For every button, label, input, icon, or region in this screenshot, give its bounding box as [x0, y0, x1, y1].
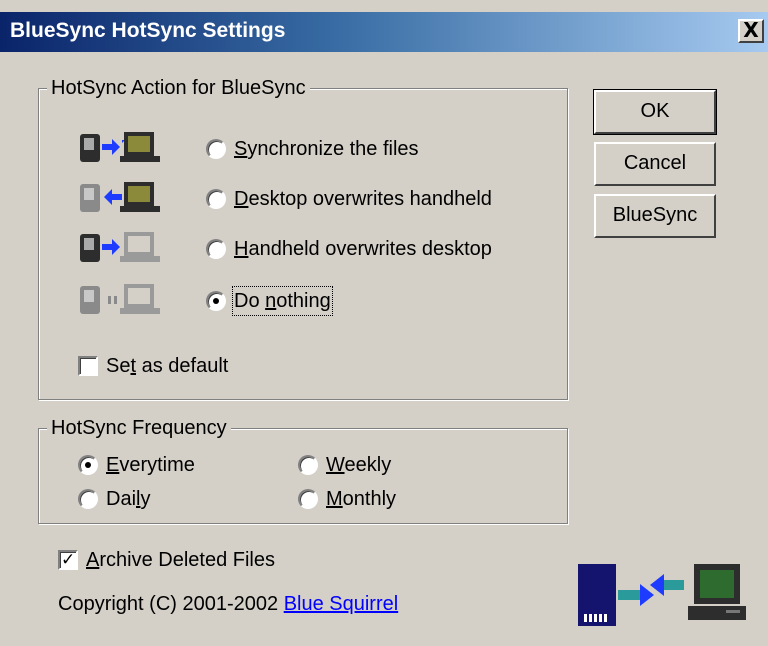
radio-desktop-overwrites-button[interactable] [206, 189, 226, 209]
radio-monthly-label: Monthly [326, 488, 397, 510]
radio-handheld-overwrites-button[interactable] [206, 239, 226, 259]
ok-button[interactable]: OK [593, 89, 717, 135]
radio-handheld-overwrites-label: Handheld overwrites desktop [234, 238, 492, 260]
blue-squirrel-link[interactable]: Blue Squirrel [284, 593, 399, 615]
close-icon: X [743, 18, 759, 42]
radio-everytime-label: Everytime [106, 454, 195, 476]
copyright-text: Copyright (C) 2001-2002 [58, 593, 279, 615]
radio-do-nothing-label: Do nothing [232, 286, 333, 316]
hotsync-frequency-group-title: HotSync Frequency [47, 416, 231, 440]
radio-weekly-button[interactable] [298, 455, 318, 475]
copyright-line: Copyright (C) 2001-2002 Blue Squirrel [58, 593, 398, 616]
settings-dialog: BlueSync HotSync Settings X HotSync Acti… [0, 0, 768, 646]
radio-synchronize-label: Synchronize the files [234, 138, 419, 160]
radio-monthly-button[interactable] [298, 489, 318, 509]
synchronize-icon [80, 132, 160, 162]
bluesync-button[interactable]: BlueSync [594, 194, 716, 238]
radio-everytime-button[interactable] [78, 455, 98, 475]
set-as-default-label: Set as default [106, 355, 229, 377]
do-nothing-icon [80, 284, 160, 314]
radio-daily-button[interactable] [78, 489, 98, 509]
window-title: BlueSync HotSync Settings [10, 19, 286, 42]
archive-deleted-files-label: Archive Deleted Files [86, 549, 275, 571]
radio-do-nothing-button[interactable] [206, 291, 226, 311]
radio-synchronize-button[interactable] [206, 139, 226, 159]
title-bar[interactable]: BlueSync HotSync Settings X [0, 12, 768, 52]
sd-card-to-desktop-icon [578, 564, 746, 626]
set-as-default-box[interactable]: ✓ [78, 356, 98, 376]
radio-weekly-label: Weekly [326, 454, 392, 476]
hotsync-action-group-title: HotSync Action for BlueSync [47, 76, 310, 100]
radio-daily-label: Daily [106, 488, 151, 510]
desktop-overwrites-handheld-icon [80, 182, 160, 212]
cancel-button[interactable]: Cancel [594, 142, 716, 186]
close-button[interactable]: X [738, 19, 764, 43]
radio-desktop-overwrites-label: Desktop overwrites handheld [234, 188, 492, 210]
archive-deleted-files-box[interactable]: ✓ [58, 550, 78, 570]
handheld-overwrites-desktop-icon [80, 232, 160, 262]
